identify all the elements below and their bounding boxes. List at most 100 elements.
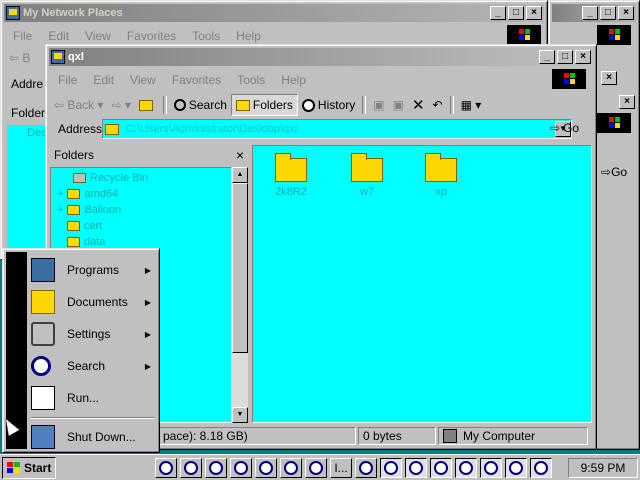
close-button[interactable]: × [575, 50, 591, 64]
taskbar-button-active[interactable] [480, 458, 502, 478]
up-folder-button[interactable] [135, 95, 160, 115]
window-title: qxl [68, 51, 84, 63]
scroll-thumb[interactable] [232, 183, 248, 353]
close-button[interactable]: × [526, 6, 542, 20]
folder-item-2k8r2[interactable]: 2k8R2 [261, 153, 321, 198]
menu-help[interactable]: Help [228, 29, 269, 43]
menu-file[interactable]: File [50, 73, 85, 87]
maximize-button[interactable]: □ [557, 50, 573, 64]
back-toolbar: ⇦ B [9, 51, 31, 65]
folder-icon [67, 189, 81, 199]
close-button[interactable]: × [618, 6, 634, 20]
start-menu-programs[interactable]: Programs ▶ [31, 255, 155, 285]
move-to-button[interactable]: ▣ [369, 95, 388, 115]
menu-favorites[interactable]: Favorites [119, 29, 184, 43]
taskbar-button[interactable] [255, 458, 277, 478]
history-icon [301, 98, 315, 112]
taskbar-button-active[interactable] [405, 458, 427, 478]
explorer-icon [409, 461, 423, 475]
taskbar-button[interactable] [305, 458, 327, 478]
menu-file[interactable]: File [5, 29, 40, 43]
shutdown-icon [31, 425, 55, 449]
close-pane-icon[interactable]: × [236, 147, 244, 163]
tree-item-amd64[interactable]: + amd64 [57, 188, 118, 200]
forward-button[interactable]: ⇨ ▾ [107, 95, 134, 115]
tree-item-balloon[interactable]: + Balloon [57, 204, 121, 216]
network-places-icon [6, 6, 20, 20]
minimize-button[interactable]: _ [539, 50, 555, 64]
folder-tree-scrollbar[interactable]: ▲ ▼ [232, 167, 248, 423]
scroll-down-button[interactable]: ▼ [232, 407, 248, 423]
toolbar-separator [449, 96, 454, 114]
taskbar-button-active[interactable] [505, 458, 527, 478]
search-button[interactable]: Search [170, 95, 231, 115]
taskbar-button-ellipsis[interactable]: I... [330, 458, 352, 478]
history-button[interactable]: History [298, 95, 359, 115]
go-button[interactable]: ⇨Go [601, 165, 627, 179]
copy-to-button[interactable]: ▣ [389, 95, 408, 115]
title-bar[interactable]: qxl _ □ × [49, 48, 593, 66]
taskbar-button[interactable] [155, 458, 177, 478]
tree-item-cert[interactable]: cert [67, 220, 102, 232]
menu-edit[interactable]: Edit [40, 29, 77, 43]
submenu-arrow-icon: ▶ [144, 361, 151, 371]
delete-button[interactable]: ✕ [408, 95, 429, 115]
taskbar-button[interactable] [230, 458, 252, 478]
start-button[interactable]: Start [2, 457, 56, 479]
explorer-icon [434, 461, 448, 475]
folder-item-w7[interactable]: w7 [337, 153, 397, 198]
start-menu-separator [31, 417, 155, 419]
folder-icon [275, 153, 307, 182]
menu-favorites[interactable]: Favorites [164, 73, 229, 87]
maximize-button[interactable]: □ [600, 6, 616, 20]
back-button[interactable]: ⇦ Back ▾ [50, 95, 107, 115]
minimize-button[interactable]: _ [490, 6, 506, 20]
menu-help[interactable]: Help [273, 73, 314, 87]
start-menu-run[interactable]: Run... [31, 383, 155, 413]
title-bar[interactable]: My Network Places _ □ × [4, 4, 544, 22]
close-button[interactable]: × [601, 71, 617, 85]
address-input[interactable]: C:\Users\Administrator\Desktop\qxl ▼ [102, 119, 572, 139]
taskbar-button-active[interactable] [430, 458, 452, 478]
menu-view[interactable]: View [122, 73, 164, 87]
taskbar-button-active[interactable] [455, 458, 477, 478]
taskbar-button[interactable] [355, 458, 377, 478]
taskbar-button[interactable] [180, 458, 202, 478]
toolbar-separator [162, 96, 167, 114]
expand-icon[interactable]: + [57, 188, 63, 200]
minimize-button[interactable]: _ [582, 6, 598, 20]
menu-tools[interactable]: Tools [184, 29, 228, 43]
maximize-button[interactable]: □ [508, 6, 524, 20]
menu-edit[interactable]: Edit [85, 73, 122, 87]
folders-pane-title: Folders [54, 148, 95, 162]
file-list-view[interactable]: 2k8R2 w7 xp [252, 145, 592, 423]
title-bar[interactable]: _ □ × [552, 4, 636, 22]
start-menu-shut-down[interactable]: Shut Down... [31, 422, 155, 452]
views-button[interactable]: ▦ ▾ [457, 95, 486, 115]
folders-button[interactable]: Folders [230, 94, 298, 116]
explorer-icon [159, 461, 173, 475]
folder-item-xp[interactable]: xp [411, 153, 471, 198]
taskbar-button[interactable] [205, 458, 227, 478]
close-button[interactable]: × [619, 95, 635, 109]
start-menu-search[interactable]: Search ▶ [31, 351, 155, 381]
start-menu-settings[interactable]: Settings ▶ [31, 319, 155, 349]
expand-icon[interactable]: + [57, 204, 63, 216]
folders-pane-header: Folders × [50, 145, 248, 165]
taskbar-button-active[interactable] [530, 458, 552, 478]
scroll-up-button[interactable]: ▲ [232, 167, 248, 183]
taskbar-button[interactable] [280, 458, 302, 478]
address-label: Addre [11, 77, 44, 91]
tree-item-recycle-bin[interactable]: Recycle Bin [73, 172, 148, 184]
menu-tools[interactable]: Tools [229, 73, 273, 87]
undo-button[interactable]: ↶ [429, 95, 447, 115]
folders-icon [235, 99, 250, 111]
taskbar-button-active[interactable] [380, 458, 402, 478]
tree-item-data[interactable]: data [67, 236, 105, 248]
go-button[interactable]: ⇨Go [550, 121, 579, 135]
start-menu-documents[interactable]: Documents ▶ [31, 287, 155, 317]
explorer-icon [459, 461, 473, 475]
menu-view[interactable]: View [77, 29, 119, 43]
clock[interactable]: 9:59 PM [581, 461, 626, 475]
explorer-icon [234, 461, 248, 475]
